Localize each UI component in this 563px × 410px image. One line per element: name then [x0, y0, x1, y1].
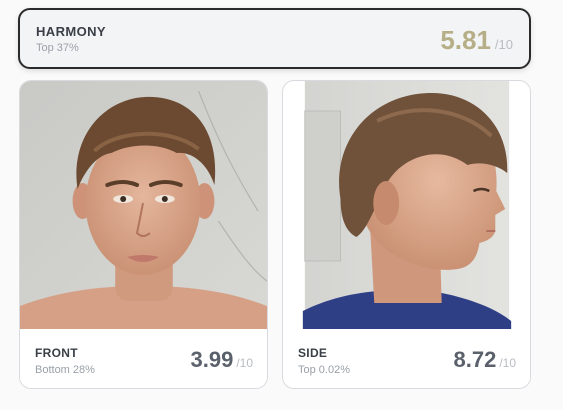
front-score: 3.99 /10 — [190, 347, 253, 373]
harmony-label: HARMONY — [36, 24, 106, 39]
front-label: FRONT — [35, 346, 78, 360]
harmony-score: 5.81 /10 — [440, 25, 513, 56]
front-rating-card[interactable]: FRONT Bottom 28% 3.99 /10 — [19, 80, 268, 389]
harmony-score-card[interactable]: HARMONY Top 37% 5.81 /10 — [18, 8, 531, 69]
side-score: 8.72 /10 — [453, 347, 516, 373]
front-score-max: /10 — [236, 356, 253, 370]
rating-results: HARMONY Top 37% 5.81 /10 FRONT Bottom 28… — [0, 0, 563, 410]
front-face-photo — [20, 81, 267, 329]
side-percentile: Top 0.02% — [298, 364, 350, 376]
front-percentile: Bottom 28% — [35, 364, 95, 376]
harmony-score-value: 5.81 — [440, 25, 491, 55]
side-rating-card[interactable]: SIDE Top 0.02% 8.72 /10 — [282, 80, 531, 389]
side-card-footer: SIDE Top 0.02% 8.72 /10 — [283, 329, 530, 388]
side-score-max: /10 — [499, 356, 516, 370]
harmony-percentile: Top 37% — [36, 42, 79, 54]
side-profile-photo — [283, 81, 530, 329]
harmony-score-max: /10 — [494, 37, 513, 52]
side-score-value: 8.72 — [453, 347, 497, 372]
front-card-footer: FRONT Bottom 28% 3.99 /10 — [20, 329, 267, 388]
front-score-value: 3.99 — [190, 347, 234, 372]
side-label: SIDE — [298, 346, 328, 360]
